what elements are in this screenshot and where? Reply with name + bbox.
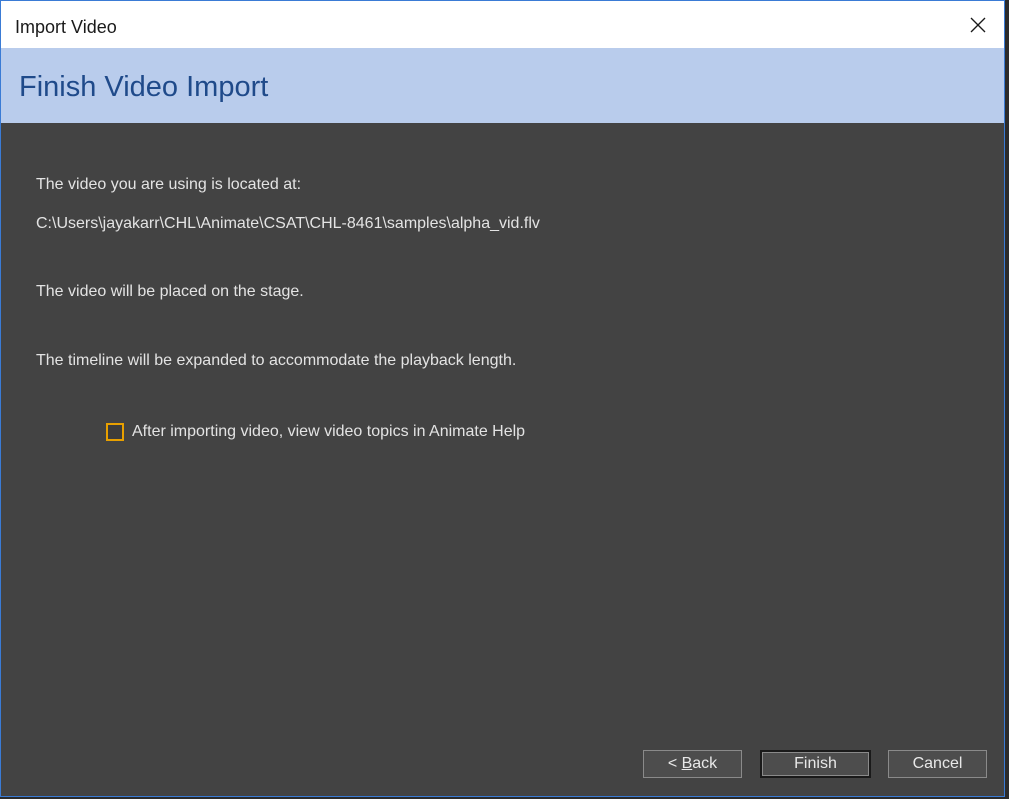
cancel-button[interactable]: Cancel: [888, 750, 987, 778]
content-panel: The video you are using is located at: C…: [1, 123, 1004, 796]
back-button-label: Back: [681, 755, 718, 772]
page-title: Finish Video Import: [19, 71, 269, 103]
location-path: C:\Users\jayakarr\CHL\Animate\CSAT\CHL-8…: [36, 215, 540, 232]
finish-button-label: Finish: [794, 755, 837, 772]
back-button-prefix: <: [667, 755, 682, 772]
finish-button[interactable]: Finish: [760, 750, 871, 778]
placement-text: The video will be placed on the stage.: [36, 283, 304, 300]
title-bar: Import Video: [1, 1, 1004, 48]
import-video-dialog: Import Video Finish Video Import The vid…: [0, 0, 1005, 797]
timeline-text: The timeline will be expanded to accommo…: [36, 352, 517, 369]
back-button[interactable]: < Back: [643, 750, 742, 778]
close-button[interactable]: [952, 1, 1004, 48]
window-title: Import Video: [15, 17, 117, 37]
help-checkbox-row[interactable]: After importing video, view video topics…: [106, 421, 525, 443]
close-icon: [970, 17, 986, 33]
help-checkbox[interactable]: [106, 423, 124, 441]
help-checkbox-label[interactable]: After importing video, view video topics…: [132, 422, 525, 442]
location-label: The video you are using is located at:: [36, 176, 302, 193]
cancel-button-label: Cancel: [912, 755, 963, 772]
header-band: Finish Video Import: [1, 48, 1004, 123]
